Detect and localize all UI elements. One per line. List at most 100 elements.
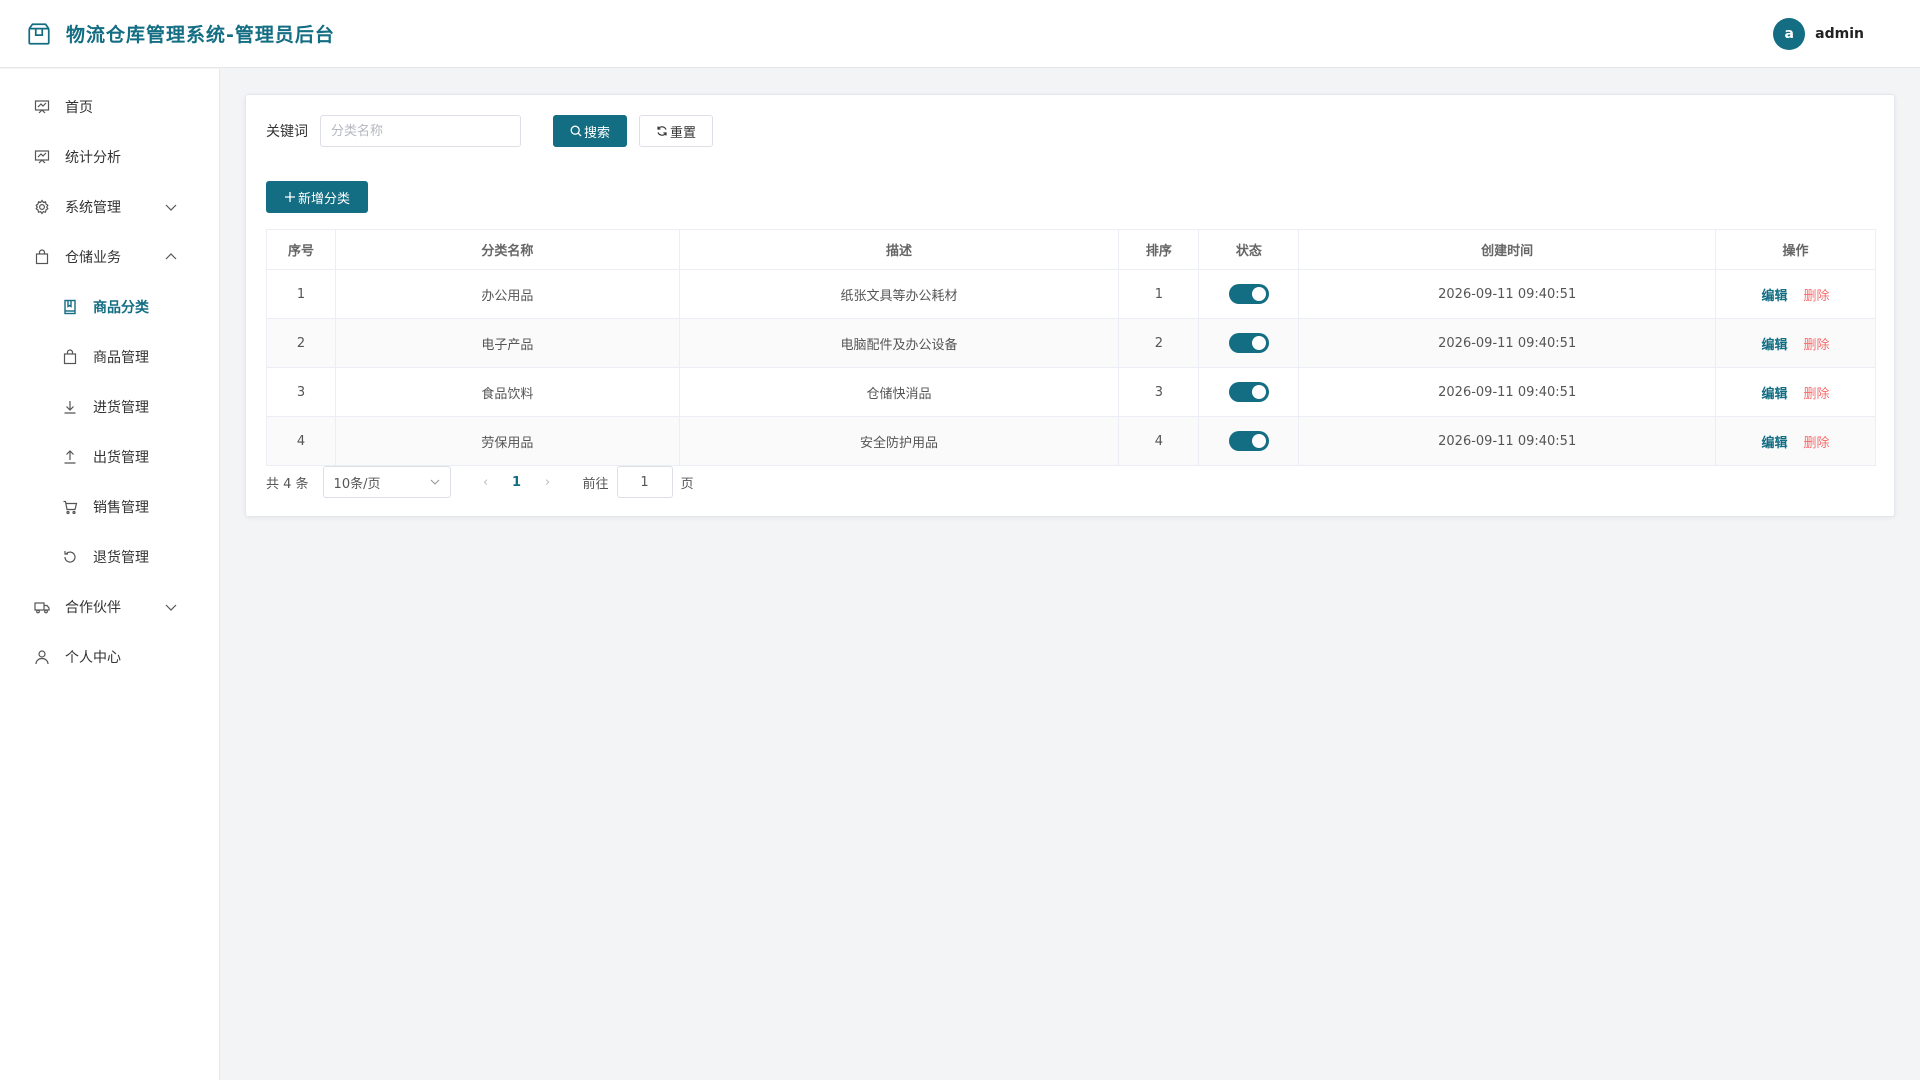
user-menu[interactable]: a admin	[1773, 17, 1864, 50]
sidebar-item-profile[interactable]: 个人中心	[0, 632, 219, 682]
chart-board-icon	[33, 98, 51, 116]
sidebar-item-returns[interactable]: 退货管理	[0, 532, 219, 582]
sidebar-item-statistics[interactable]: 统计分析	[0, 132, 219, 182]
table-row: 3 食品饮料 仓储快消品 3 2026-09-11 09:40:51 编辑 删除	[266, 367, 1876, 417]
sidebar-item-home[interactable]: 首页	[0, 82, 219, 132]
sidebar-item-shipping[interactable]: 出货管理	[0, 432, 219, 482]
cell-index: 1	[266, 269, 336, 319]
edit-link[interactable]: 编辑	[1762, 436, 1788, 451]
delete-link[interactable]: 删除	[1804, 338, 1830, 353]
cell-created: 2026-09-11 09:40:51	[1298, 367, 1717, 417]
sidebar-item-label: 进货管理	[93, 400, 149, 416]
cell-actions: 编辑 删除	[1715, 318, 1876, 368]
column-header-sort: 排序	[1118, 229, 1200, 270]
column-header-description: 描述	[678, 229, 1120, 270]
sidebar-item-products[interactable]: 商品管理	[0, 332, 219, 382]
cell-actions: 编辑 删除	[1715, 416, 1876, 466]
reset-button[interactable]: 重置	[639, 115, 713, 147]
sidebar-item-purchase[interactable]: 进货管理	[0, 382, 219, 432]
sidebar-item-partners[interactable]: 合作伙伴	[0, 582, 219, 632]
keyword-label: 关键词	[266, 124, 308, 140]
cell-sort: 1	[1118, 269, 1200, 319]
page-number[interactable]: 1	[501, 475, 533, 490]
sidebar-item-label: 合作伙伴	[65, 600, 121, 616]
cell-name: 食品饮料	[334, 367, 680, 417]
cell-index: 2	[266, 318, 336, 368]
sidebar-item-category[interactable]: 商品分类	[0, 282, 219, 332]
column-header-index: 序号	[266, 229, 336, 270]
cell-description: 电脑配件及办公设备	[678, 318, 1120, 368]
upload-icon	[61, 448, 79, 466]
column-header-created: 创建时间	[1298, 229, 1717, 270]
cell-name: 电子产品	[334, 318, 680, 368]
cell-description: 纸张文具等办公耗材	[678, 269, 1120, 319]
next-page-button[interactable]: ›	[533, 475, 563, 490]
table-row: 1 办公用品 纸张文具等办公耗材 1 2026-09-11 09:40:51 编…	[266, 269, 1876, 319]
search-button[interactable]: 搜索	[553, 115, 627, 147]
cell-sort: 3	[1118, 367, 1200, 417]
page-unit-label: 页	[680, 476, 694, 492]
table-row: 2 电子产品 电脑配件及办公设备 2 2026-09-11 09:40:51 编…	[266, 318, 1876, 368]
app-title: 物流仓库管理系统-管理员后台	[66, 24, 335, 46]
refresh-icon	[657, 126, 667, 136]
chevron-down-icon	[165, 204, 177, 211]
prev-page-button[interactable]: ‹	[471, 475, 501, 490]
cell-created: 2026-09-11 09:40:51	[1298, 269, 1717, 319]
status-toggle[interactable]	[1228, 284, 1269, 304]
cell-status	[1198, 269, 1300, 319]
goto-page-input[interactable]	[616, 466, 673, 498]
download-icon	[61, 398, 79, 416]
cell-index: 4	[266, 416, 336, 466]
category-table: 序号 分类名称 描述 排序 状态 创建时间 操作 1 办公用品 纸张文具等办公耗…	[266, 229, 1876, 466]
goto-label: 前往	[582, 476, 609, 492]
status-toggle[interactable]	[1228, 333, 1269, 353]
book-icon	[61, 298, 79, 316]
cell-sort: 4	[1118, 416, 1200, 466]
sidebar-item-label: 退货管理	[93, 550, 149, 566]
search-icon	[570, 125, 582, 137]
column-header-status: 状态	[1198, 229, 1300, 270]
search-bar: 关键词 搜索 重置	[266, 115, 713, 147]
sidebar-item-system[interactable]: 系统管理	[0, 182, 219, 232]
refresh-icon	[61, 548, 79, 566]
edit-link[interactable]: 编辑	[1762, 289, 1788, 304]
sidebar-item-label: 统计分析	[65, 150, 121, 166]
sidebar-item-warehouse[interactable]: 仓储业务	[0, 232, 219, 282]
cell-status	[1198, 416, 1300, 466]
brand: 物流仓库管理系统-管理员后台	[26, 20, 335, 47]
status-toggle[interactable]	[1228, 382, 1269, 402]
content-card: 关键词 搜索 重置 新增分类 序号 分类名称 描述 排序 状态 创建时间 操作	[245, 94, 1895, 517]
delete-link[interactable]: 删除	[1804, 436, 1830, 451]
search-input[interactable]	[320, 115, 521, 147]
status-toggle[interactable]	[1228, 431, 1269, 451]
page-size-value: 10条/页	[333, 476, 381, 492]
add-category-button[interactable]: 新增分类	[266, 181, 368, 213]
cell-description: 仓储快消品	[678, 367, 1120, 417]
cell-created: 2026-09-11 09:40:51	[1298, 416, 1717, 466]
username[interactable]: admin	[1815, 26, 1864, 42]
page-size-select[interactable]: 10条/页	[322, 466, 451, 498]
delete-link[interactable]: 删除	[1804, 289, 1830, 304]
edit-link[interactable]: 编辑	[1762, 387, 1788, 402]
sidebar-item-label: 首页	[65, 100, 93, 116]
column-header-name: 分类名称	[334, 229, 680, 270]
top-header: 物流仓库管理系统-管理员后台 a admin	[0, 0, 1920, 68]
avatar[interactable]: a	[1773, 17, 1806, 50]
cell-created: 2026-09-11 09:40:51	[1298, 318, 1717, 368]
cell-name: 劳保用品	[334, 416, 680, 466]
cell-status	[1198, 318, 1300, 368]
plus-icon	[284, 192, 295, 202]
chart-board-icon	[33, 148, 51, 166]
reset-button-label: 重置	[669, 125, 696, 141]
sidebar-item-label: 商品分类	[93, 300, 149, 316]
cell-description: 安全防护用品	[678, 416, 1120, 466]
pagination: 共 4 条 10条/页 ‹ 1 › 前往 页	[266, 466, 694, 498]
bag-icon	[61, 348, 79, 366]
sidebar-item-label: 商品管理	[93, 350, 149, 366]
sidebar-item-label: 仓储业务	[65, 250, 121, 266]
sidebar-item-label: 系统管理	[65, 200, 121, 216]
sidebar-item-sales[interactable]: 销售管理	[0, 482, 219, 532]
chevron-up-icon	[165, 253, 177, 260]
delete-link[interactable]: 删除	[1804, 387, 1830, 402]
edit-link[interactable]: 编辑	[1762, 338, 1788, 353]
